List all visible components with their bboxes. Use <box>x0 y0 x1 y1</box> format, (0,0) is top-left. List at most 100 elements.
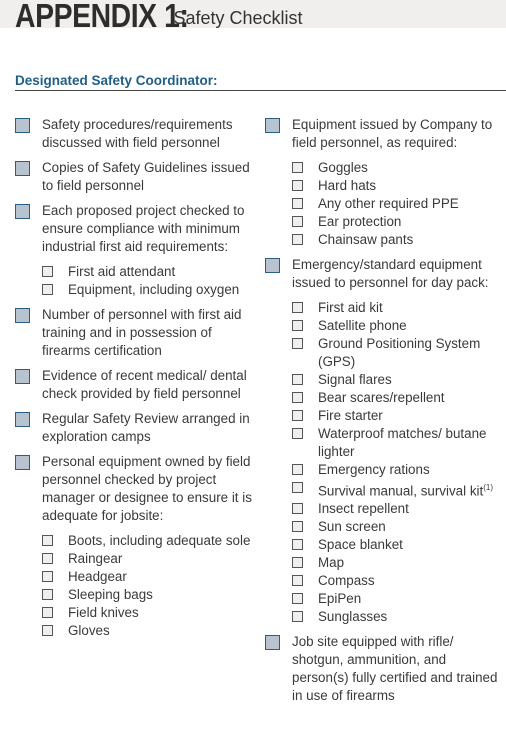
checkbox[interactable] <box>15 161 30 176</box>
sub-checkbox[interactable] <box>292 428 303 439</box>
sub-checklist-item: Gloves <box>42 622 255 640</box>
checkbox[interactable] <box>265 118 280 133</box>
sub-checklist: First aid attendant Equipment, including … <box>42 263 255 299</box>
sub-checklist-item-label: Equipment, including oxygen <box>68 282 240 297</box>
sub-checkbox[interactable] <box>292 234 303 245</box>
sub-checklist-item: First aid kit <box>292 299 506 317</box>
sub-checkbox[interactable] <box>292 216 303 227</box>
sub-checkbox[interactable] <box>292 198 303 209</box>
sub-checklist-item: Emergency rations <box>292 461 506 479</box>
sub-checkbox[interactable] <box>42 589 53 600</box>
sub-checkbox[interactable] <box>292 302 303 313</box>
sub-checklist-item: Bear scares/repellent <box>292 389 506 407</box>
sub-checkbox[interactable] <box>292 593 303 605</box>
sub-checklist-item-label: Insect repellent <box>318 501 409 517</box>
checklist-item: Equipment issued by Company to field per… <box>265 116 506 249</box>
sub-checklist-item: Any other required PPE <box>292 195 506 213</box>
checklist-item-label: Personal equipment owned by field person… <box>42 454 252 523</box>
sub-checkbox[interactable] <box>292 464 303 475</box>
sub-checkbox[interactable] <box>292 539 303 551</box>
sub-checklist-item-label: Map <box>318 555 345 571</box>
left-column: Safety procedures/requirements discussed… <box>15 116 255 647</box>
sub-checklist-item: Chainsaw pants <box>292 231 506 249</box>
sub-checklist-item-label: Sunglasses <box>318 609 388 625</box>
sub-checklist: First aid kit Satellite phone Ground Posit… <box>292 299 506 626</box>
checkbox[interactable] <box>15 204 30 219</box>
sub-checkbox[interactable] <box>292 521 303 533</box>
sub-checkbox[interactable] <box>292 503 303 515</box>
sub-checklist-item-label: Raingear <box>68 551 123 566</box>
coordinator-label: Designated Safety Coordinator: <box>15 73 218 88</box>
sub-checklist-item-label: Signal flares <box>318 372 392 387</box>
sub-checklist-item: Survival manual, survival kit(1) <box>292 479 506 500</box>
checklist-item-label: Job site equipped with rifle/ shotgun, a… <box>292 634 498 704</box>
checkbox[interactable] <box>265 635 280 651</box>
checklist-item-label: Evidence of recent medical/ dental check… <box>42 368 247 401</box>
footnote-marker: (1) <box>483 483 493 492</box>
sub-checklist-item-label: Chainsaw pants <box>318 232 414 247</box>
checklist-item-label: Emergency/standard equipment issued to p… <box>292 257 489 290</box>
sub-checklist-item: Insect repellent <box>292 500 506 518</box>
checkbox[interactable] <box>15 308 30 323</box>
checklist-item-label: Copies of Safety Guidelines issued to fi… <box>42 160 250 193</box>
sub-checkbox[interactable] <box>42 571 53 582</box>
checklist-item: Safety procedures/requirements discussed… <box>15 116 255 152</box>
checklist-item: Copies of Safety Guidelines issued to fi… <box>15 159 255 195</box>
sub-checklist-item-label: Survival manual, survival kit <box>318 483 484 499</box>
sub-checkbox[interactable] <box>292 575 303 587</box>
checkbox[interactable] <box>265 258 280 273</box>
sub-checklist: Goggles Hard hats Any other required PPE Ea… <box>292 159 506 249</box>
sub-checkbox[interactable] <box>292 162 303 173</box>
sub-checkbox[interactable] <box>292 320 303 331</box>
coordinator-field[interactable]: Designated Safety Coordinator: <box>15 73 506 91</box>
sub-checklist-item-label: Fire starter <box>318 408 383 423</box>
checklist-item: Each proposed project checked to ensure … <box>15 202 255 299</box>
checklist-item-label: Number of personnel with first aid train… <box>42 307 242 358</box>
sub-checkbox[interactable] <box>42 266 53 277</box>
checkbox[interactable] <box>15 369 30 384</box>
sub-checkbox[interactable] <box>42 535 53 546</box>
sub-checklist-item: Compass <box>292 572 506 590</box>
sub-checklist-item: Field knives <box>42 604 255 622</box>
sub-checkbox[interactable] <box>292 611 303 623</box>
sub-checklist-item: Goggles <box>292 159 506 177</box>
sub-checklist-item-label: Gloves <box>68 623 110 638</box>
sub-checklist-item: Space blanket <box>292 536 506 554</box>
sub-checkbox[interactable] <box>292 374 303 385</box>
sub-checklist-item: Signal flares <box>292 371 506 389</box>
checklist-item: Personal equipment owned by field person… <box>15 453 255 640</box>
sub-checkbox[interactable] <box>292 180 303 191</box>
checkbox[interactable] <box>15 118 30 133</box>
sub-checklist-item-label: Any other required PPE <box>318 196 459 211</box>
checkbox[interactable] <box>15 412 30 427</box>
sub-checkbox[interactable] <box>292 392 303 403</box>
sub-checklist-item-label: Sleeping bags <box>68 587 153 602</box>
sub-checklist-item: Equipment, including oxygen <box>42 281 255 299</box>
sub-checklist-item-label: Satellite phone <box>318 318 407 333</box>
sub-checkbox[interactable] <box>292 410 303 421</box>
sub-checklist-item: Sunglasses <box>292 608 506 626</box>
sub-checklist-item: First aid attendant <box>42 263 255 281</box>
sub-checkbox[interactable] <box>42 625 53 636</box>
sub-checkbox[interactable] <box>42 553 53 564</box>
checklist-item: Number of personnel with first aid train… <box>15 306 255 360</box>
sub-checklist-item: Map <box>292 554 506 572</box>
sub-checkbox[interactable] <box>292 482 303 493</box>
sub-checklist-item-label: EpiPen <box>318 591 362 607</box>
sub-checklist-item-label: Hard hats <box>318 178 377 193</box>
sub-checklist-item-label: Boots, including adequate sole <box>68 533 251 548</box>
sub-checkbox[interactable] <box>42 284 53 295</box>
sub-checklist-item-label: Goggles <box>318 160 368 175</box>
sub-checkbox[interactable] <box>292 338 303 349</box>
sub-checkbox[interactable] <box>42 607 53 618</box>
checkbox[interactable] <box>15 455 30 470</box>
sub-checkbox[interactable] <box>292 557 303 569</box>
sub-checklist-item-label: Field knives <box>68 605 139 620</box>
sub-checklist-item: Ground Positioning System (GPS) <box>292 335 506 371</box>
sub-checklist-item-label: Ear protection <box>318 214 402 229</box>
sub-checklist-item-label: Ground Positioning System (GPS) <box>318 336 481 369</box>
sub-checklist-item: Fire starter <box>292 407 506 425</box>
sub-checklist-item: Headgear <box>42 568 255 586</box>
checklist-item-label: Equipment issued by Company to field per… <box>292 117 493 150</box>
sub-checklist-item-label: Waterproof matches/ butane lighter <box>318 426 487 459</box>
